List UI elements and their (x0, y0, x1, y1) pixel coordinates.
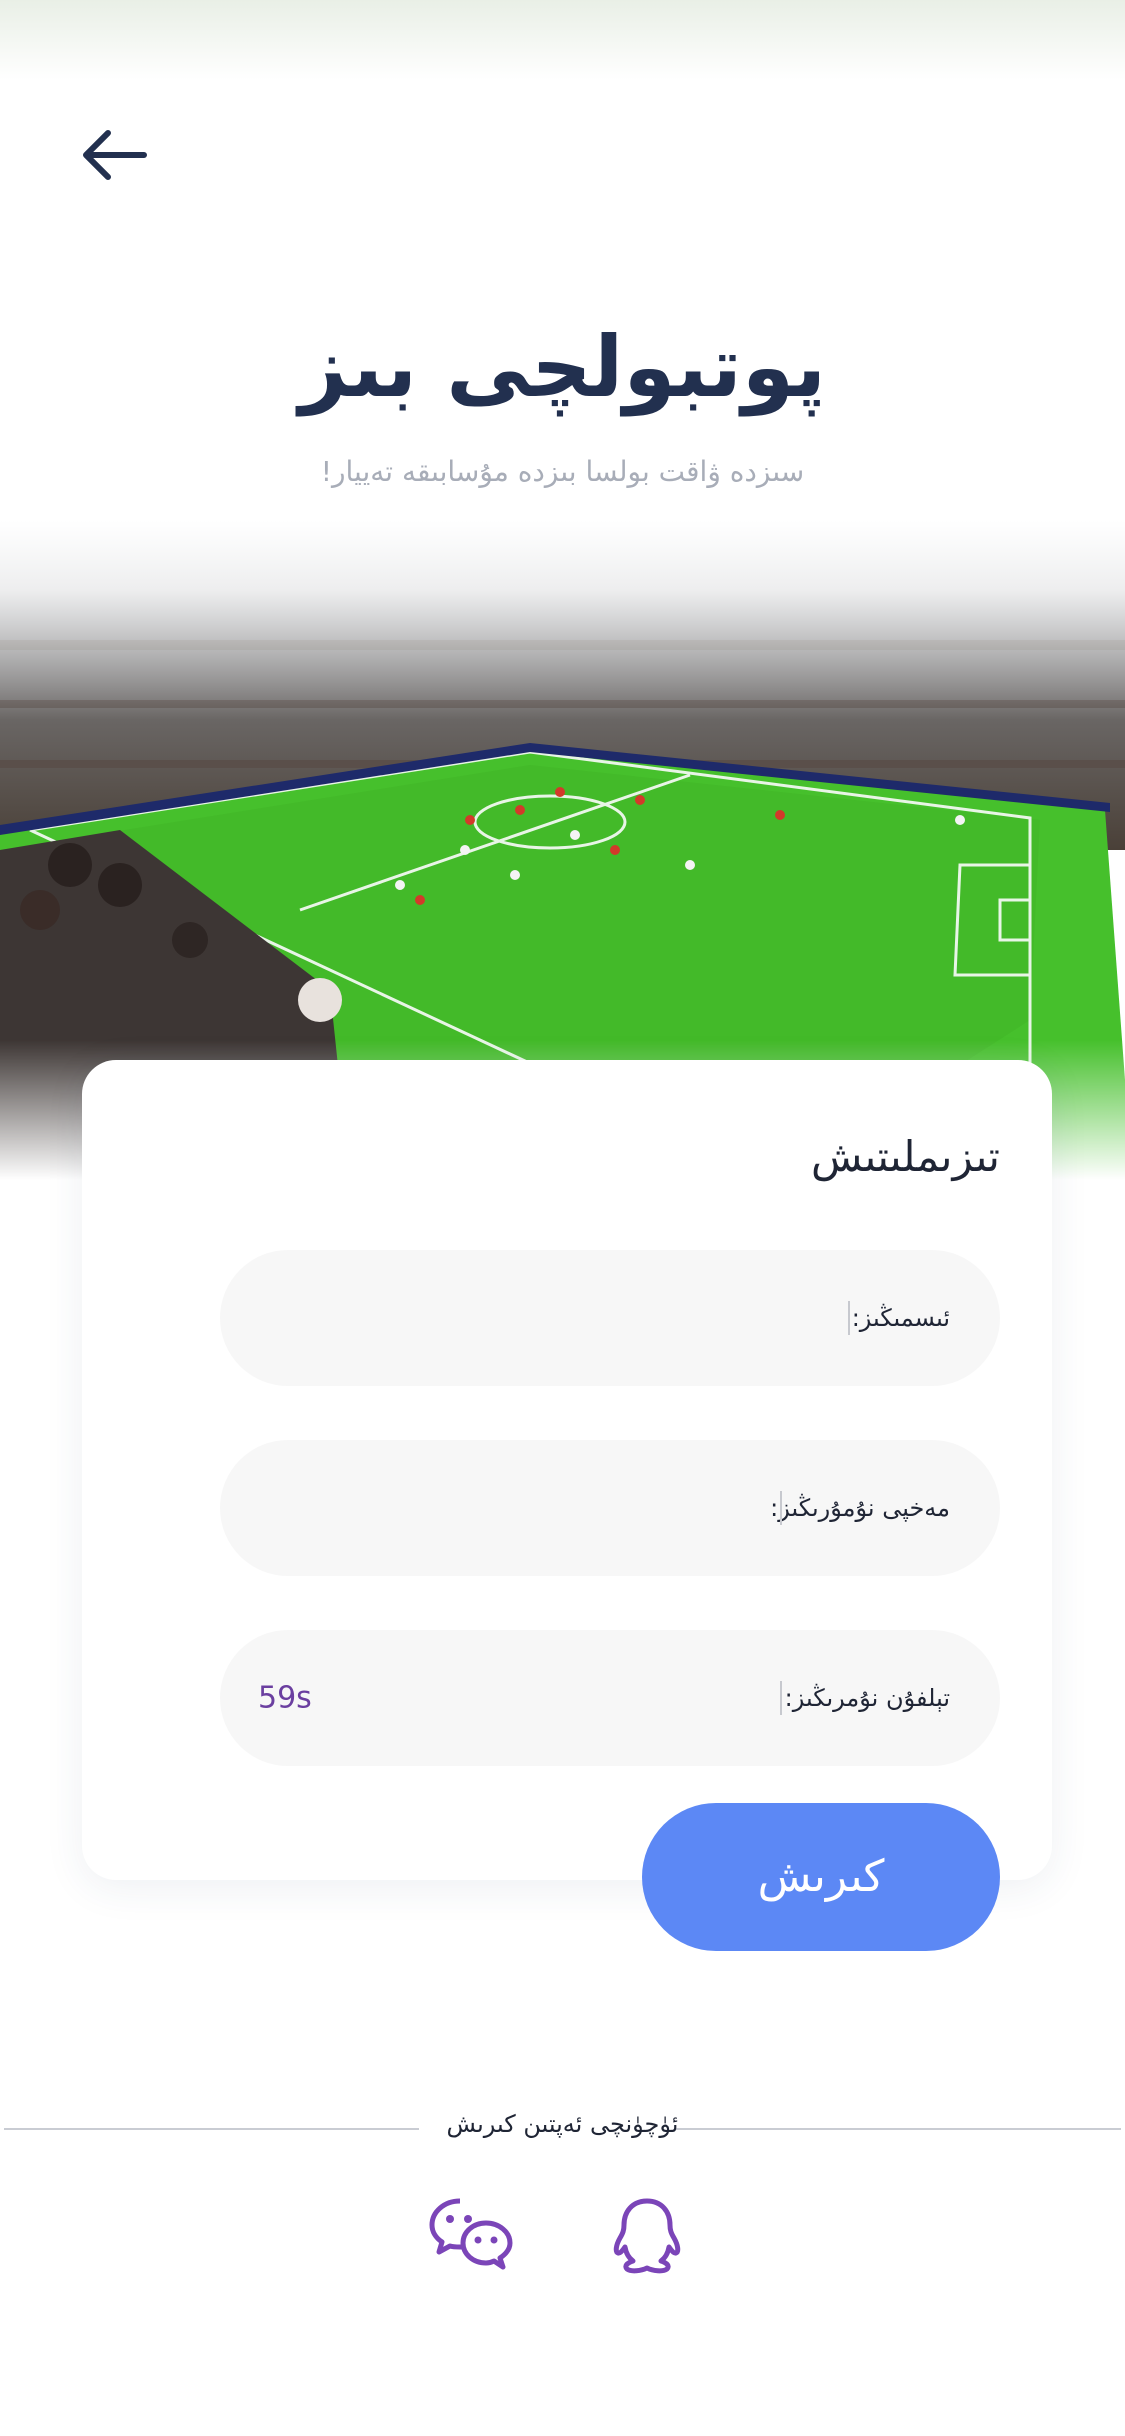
submit-button[interactable]: كىرىش (642, 1803, 1000, 1951)
phone-input[interactable] (370, 1630, 704, 1768)
name-field-label: ئىسمىڭىز: (851, 1304, 950, 1332)
top-photo-fade (0, 0, 1125, 80)
phone-field[interactable]: تېلفۇن نۇمرىڭىز: 59s (220, 1630, 1000, 1768)
wechat-login-button[interactable] (428, 2195, 514, 2275)
name-field[interactable]: ئىسمىڭىز: (220, 1250, 1000, 1388)
wechat-icon (429, 2198, 513, 2270)
page-title: پوتبولچى بىز (298, 318, 827, 416)
password-input[interactable] (250, 1440, 734, 1578)
arrow-left-icon (83, 130, 147, 180)
page-subtitle: سىزدە ۋاقت بولسا بىزدە مۇسابىقە تەييار! (320, 455, 805, 488)
verification-countdown[interactable]: 59s (258, 1681, 312, 1716)
password-field[interactable]: مەخپى نۇمۇرىڭىز: (220, 1440, 1000, 1578)
qq-icon (613, 2198, 681, 2274)
back-button[interactable] (78, 125, 150, 185)
third-party-login-label: ئۈچۈنچى ئەپتىن كىرىش (446, 2110, 679, 2138)
register-card: تىزىملىتىش ئىسمىڭىز: مەخپى نۇمۇرىڭىز: تې… (82, 1060, 1052, 1880)
phone-field-label: تېلفۇن نۇمرىڭىز: (784, 1684, 950, 1712)
name-input[interactable] (250, 1250, 794, 1388)
form-title: تىزىملىتىش (811, 1132, 1000, 1181)
password-field-label: مەخپى نۇمۇرىڭىز: (770, 1494, 950, 1522)
qq-login-button[interactable] (607, 2195, 693, 2275)
